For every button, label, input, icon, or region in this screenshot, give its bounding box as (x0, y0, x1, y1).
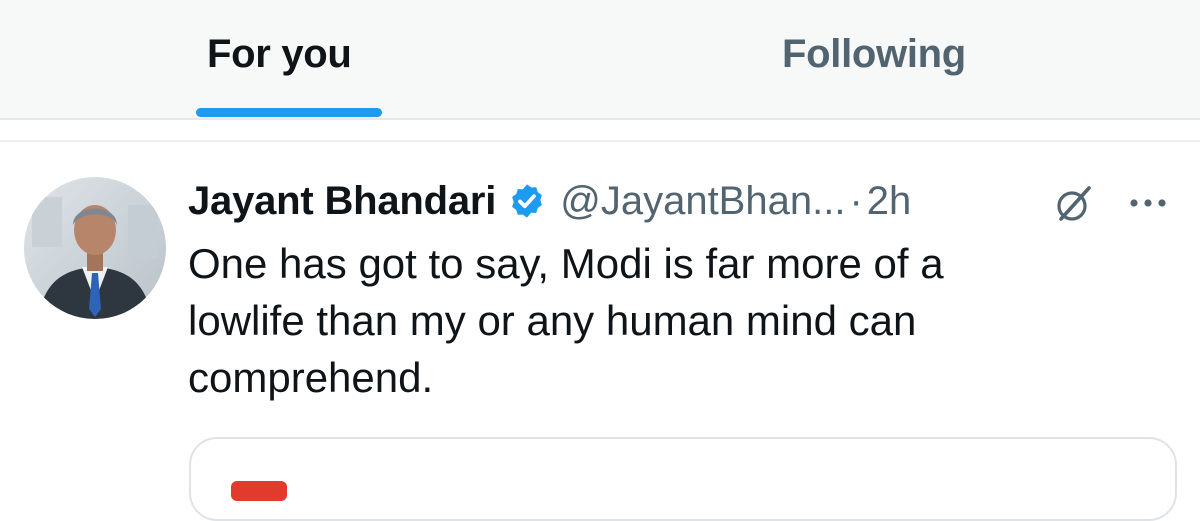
avatar-image (24, 177, 166, 319)
author-name[interactable]: Jayant Bhandari (188, 179, 496, 224)
tweet-text: One has got to say, Modi is far more of … (188, 240, 944, 401)
grok-icon[interactable] (1052, 182, 1096, 226)
active-tab-indicator (196, 108, 382, 117)
more-options-icon[interactable] (1126, 188, 1170, 218)
tweet-divider (0, 140, 1200, 142)
avatar[interactable] (24, 177, 166, 319)
verified-badge-icon (508, 182, 546, 220)
author-handle[interactable]: @JayantBhan... (560, 179, 845, 224)
tweet-header: Jayant Bhandari @JayantBhan... · 2h (188, 176, 911, 226)
quote-tweet-card[interactable] (189, 437, 1177, 521)
tab-for-you[interactable]: For you (207, 32, 352, 77)
tweet-timestamp[interactable]: 2h (867, 179, 912, 224)
timeline-tab-bar: For you Following (0, 0, 1200, 120)
tab-following[interactable]: Following (782, 32, 966, 77)
quote-media-thumbnail (231, 481, 287, 501)
separator-dot: · (849, 178, 863, 223)
tweet[interactable]: Jayant Bhandari @JayantBhan... · 2h One … (0, 120, 1200, 521)
